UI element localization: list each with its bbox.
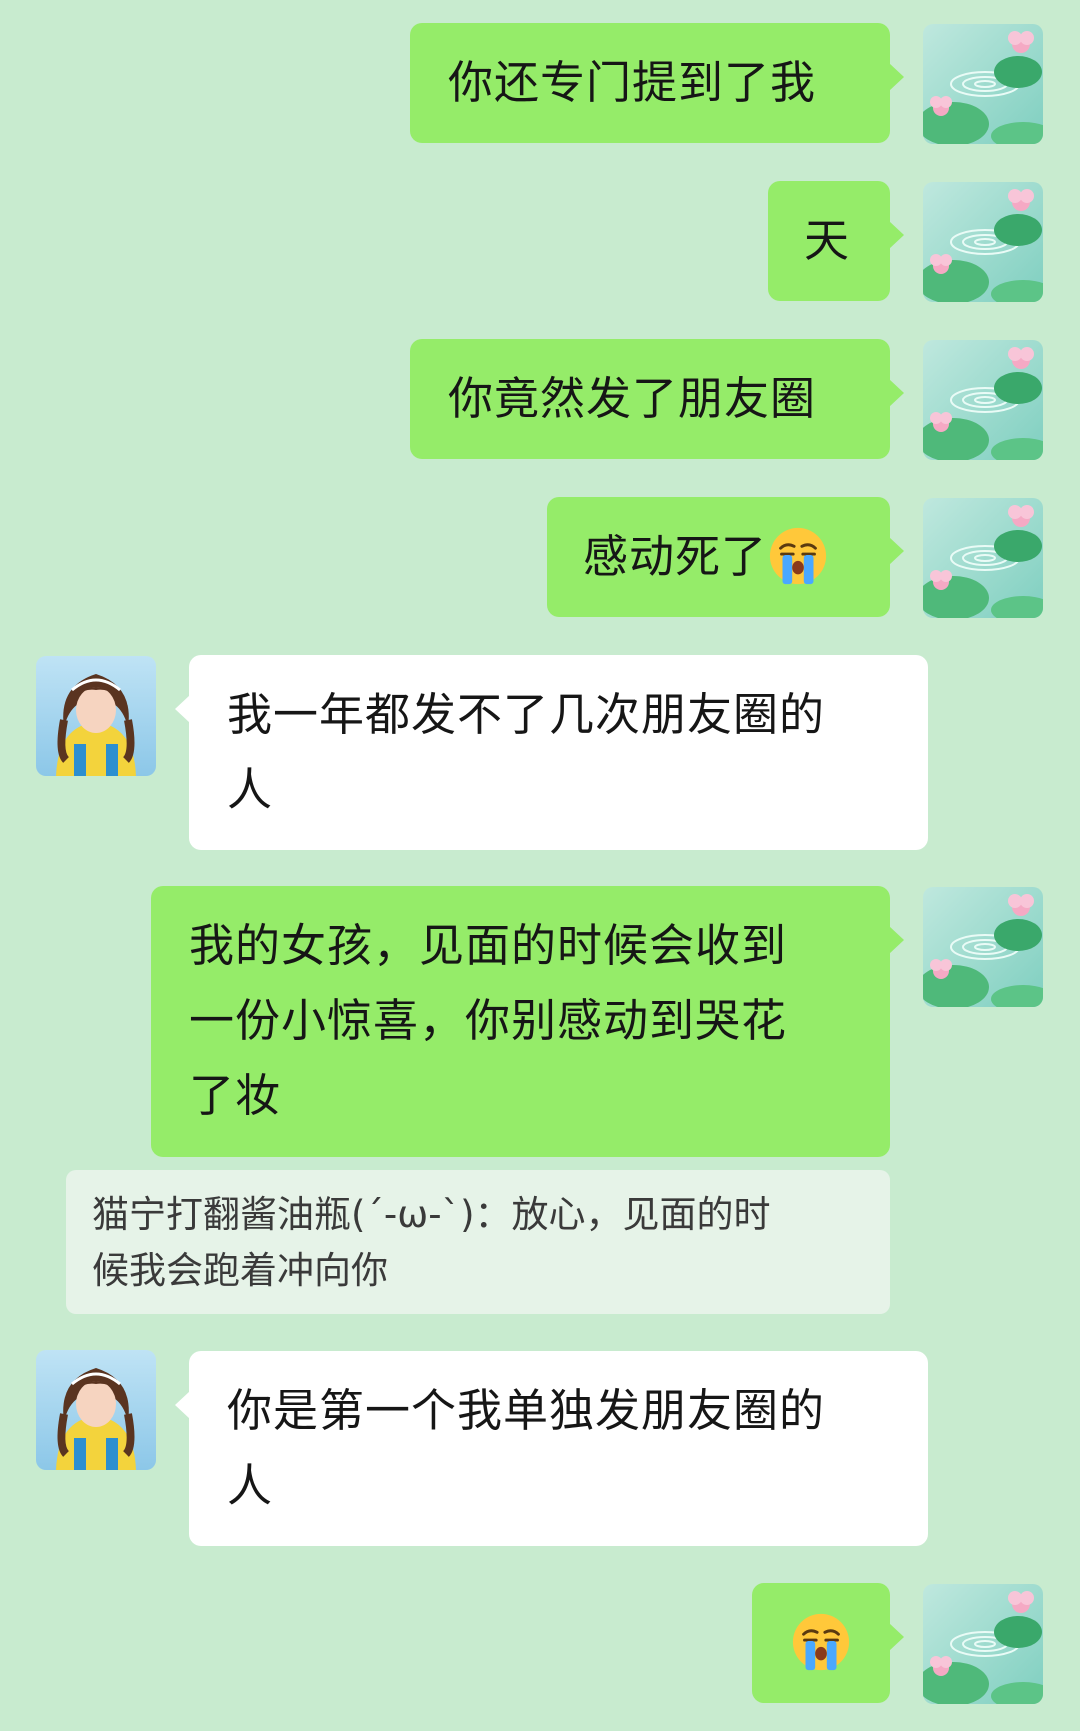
sent-message-bubble[interactable]: 我的女孩，见面的时候会收到 一份小惊喜，你别感动到哭花 了妆 [151, 886, 904, 1157]
loudly-crying-face-icon [767, 525, 829, 587]
received-message-bubble[interactable]: 我一年都发不了几次朋友圈的 人 [175, 655, 928, 850]
message-text-line: 我的女孩，见面的时候会收到 [189, 919, 788, 972]
received-message-bubble[interactable]: 你是第一个我单独发朋友圈的 人 [175, 1351, 928, 1546]
message-text-line: 我一年都发不了几次朋友圈的 [227, 688, 826, 741]
message-text-line: 了妆 [189, 1069, 282, 1122]
my-avatar[interactable] [923, 24, 1043, 144]
sent-message-bubble[interactable]: 天 [768, 181, 904, 301]
message-text-line: 你是第一个我单独发朋友圈的 [227, 1384, 826, 1437]
message-text: 你竟然发了朋友圈 [448, 372, 817, 425]
message-text: 感动死了 [583, 530, 768, 583]
sent-message-bubble[interactable]: 你竟然发了朋友圈 [410, 339, 904, 459]
loudly-crying-face-icon [790, 1611, 852, 1673]
my-avatar[interactable] [923, 498, 1043, 618]
my-avatar[interactable] [923, 340, 1043, 460]
quoted-reply[interactable]: 猫宁打翻酱油瓶(ˊ-ω-ˋ)：放心，见面的时 候我会跑着冲向你 [66, 1170, 890, 1314]
message-text-line: 一份小惊喜，你别感动到哭花 [189, 994, 788, 1047]
quote-text-line: 候我会跑着冲向你 [92, 1249, 388, 1292]
message-text-line: 人 [227, 763, 274, 816]
message-text: 天 [804, 214, 851, 267]
message-text-line: 人 [227, 1459, 274, 1512]
my-avatar[interactable] [923, 1584, 1043, 1704]
contact-avatar[interactable] [36, 656, 156, 776]
sent-message-bubble[interactable]: 你还专门提到了我 [410, 23, 904, 143]
sent-message-bubble[interactable] [752, 1583, 904, 1703]
my-avatar[interactable] [923, 887, 1043, 1007]
my-avatar[interactable] [923, 182, 1043, 302]
sent-message-bubble[interactable]: 感动死了 [547, 497, 904, 617]
quote-text-line: 猫宁打翻酱油瓶(ˊ-ω-ˋ)：放心，见面的时 [92, 1193, 771, 1236]
contact-avatar[interactable] [36, 1350, 156, 1470]
message-text: 你还专门提到了我 [448, 56, 817, 109]
